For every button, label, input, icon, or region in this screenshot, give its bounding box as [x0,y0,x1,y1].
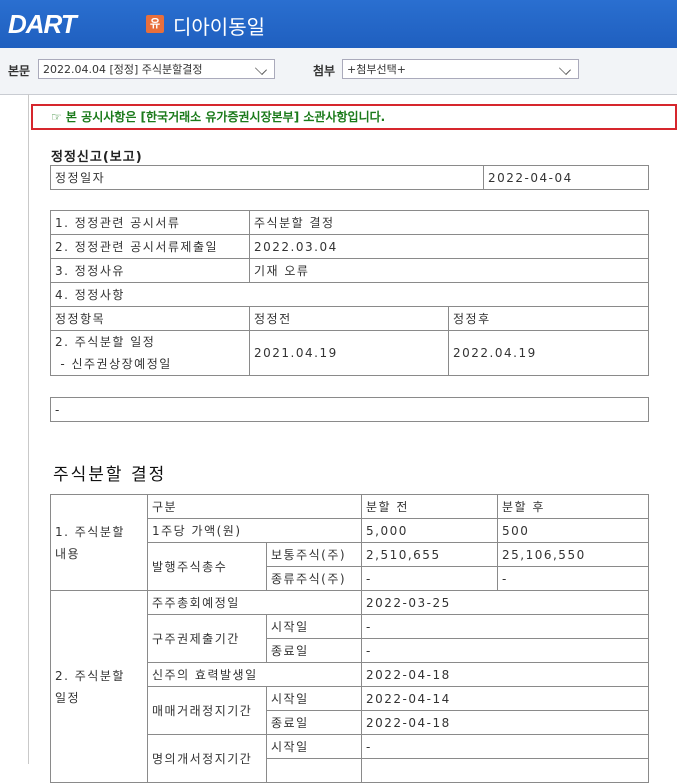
cell-value: 2022-03-25 [361,590,649,615]
row-label: 시작일 [266,686,362,711]
cell-label: 1. 정정관련 공시서류 [50,210,250,235]
split-table: 1. 주식분할 내용 구분 분할 전 분할 후 1주당 가액(원) 5,000 … [50,494,649,783]
correction-title: 정정신고(보고) [51,150,143,165]
main-doc-select[interactable]: 2022.04.04 [정정] 주식분할결정 [38,59,275,79]
section-label: 1. 주식분할 내용 [50,494,148,591]
col-header: 분할 후 [497,494,649,519]
before-value: 2021.04.19 [249,330,449,376]
cell-value: 2,510,655 [361,542,498,567]
dart-logo[interactable]: DART [8,9,77,40]
correction-date-table: 정정일자 2022-04-04 [50,165,649,190]
col-header: 정정후 [448,306,649,331]
cell-value: - [361,638,649,663]
cell-value: 25,106,550 [497,542,649,567]
cell-value: - [361,566,498,591]
chevron-down-icon [558,62,572,76]
cell-value: - [497,566,649,591]
col-header: 정정전 [249,306,449,331]
col-header: 구분 [147,494,362,519]
cell-value: 2022-04-18 [361,710,649,735]
row-label: 신주의 효력발생일 [147,662,362,687]
row-label: 구주권제출기간 [147,614,267,663]
cell-value: - [361,614,649,639]
item-line: - 신주권상장예정일 [55,357,172,371]
row-label: 시작일 [266,614,362,639]
notice-box: ☞ 본 공시사항은 [한국거래소 유가증권시장본부] 소관사항입니다. [31,104,677,130]
main-doc-value: 2022.04.04 [정정] 주식분할결정 [43,63,203,76]
item-cell: 2. 주식분할 일정 - 신주권상장예정일 [50,330,250,376]
attachment-label: 첨부 [313,64,336,78]
row-label: 발행주식총수 [147,542,267,591]
company-name: 디아이동일 [173,15,265,39]
cell-label: 3. 정정사유 [50,258,250,283]
cell-value: 주식분할 결정 [249,210,649,235]
row-label: 명의개서정지기간 [147,734,267,783]
cell-label: 2. 정정관련 공시서류제출일 [50,234,250,259]
after-value: 2022.04.19 [448,330,649,376]
row-label: 종료일 [266,638,362,663]
cell-value: - [361,734,649,759]
row-label: 주주총회예정일 [147,590,362,615]
col-header: 분할 전 [361,494,498,519]
cell-value: 기재 오류 [249,258,649,283]
top-header: DART 유 디아이동일 [0,0,677,48]
market-badge: 유 [146,15,164,33]
row-label: 시작일 [266,734,362,759]
row-label [266,758,362,783]
col-header: 정정항목 [50,306,250,331]
remark-cell: - [50,397,649,422]
attachment-select[interactable]: +첨부선택+ [342,59,579,79]
cell-value [361,758,649,783]
cell-value: 2022-04-18 [361,662,649,687]
logo-text: DART [8,9,77,39]
cell-value: 5,000 [361,518,498,543]
remark-table: - [50,397,649,422]
chevron-down-icon [254,62,268,76]
split-title: 주식분할 결정 [53,465,167,485]
correction-detail-table: 1. 정정관련 공시서류 주식분할 결정 2. 정정관련 공시서류제출일 202… [50,210,649,376]
row-label: 1주당 가액(원) [147,518,362,543]
attachment-value: +첨부선택+ [347,63,406,76]
cell-value: 500 [497,518,649,543]
document-body: ☞ 본 공시사항은 [한국거래소 유가증권시장본부] 소관사항입니다. 정정신고… [28,94,677,783]
items-label: 4. 정정사항 [50,282,649,307]
row-label: 종류주식(주) [266,566,362,591]
row-label: 보통주식(주) [266,542,362,567]
row-label: 매매거래정지기간 [147,686,267,735]
item-line: 2. 주식분할 일정 [55,335,156,349]
row-label: 종료일 [266,710,362,735]
date-value: 2022-04-04 [483,165,649,190]
section-label: 2. 주식분할 일정 [50,590,148,783]
cell-value: 2022.03.04 [249,234,649,259]
cell-value: 2022-04-14 [361,686,649,711]
main-doc-label: 본문 [8,64,31,78]
document-selector-bar: 본문 2022.04.04 [정정] 주식분할결정 첨부 +첨부선택+ [0,48,677,95]
date-label: 정정일자 [50,165,484,190]
